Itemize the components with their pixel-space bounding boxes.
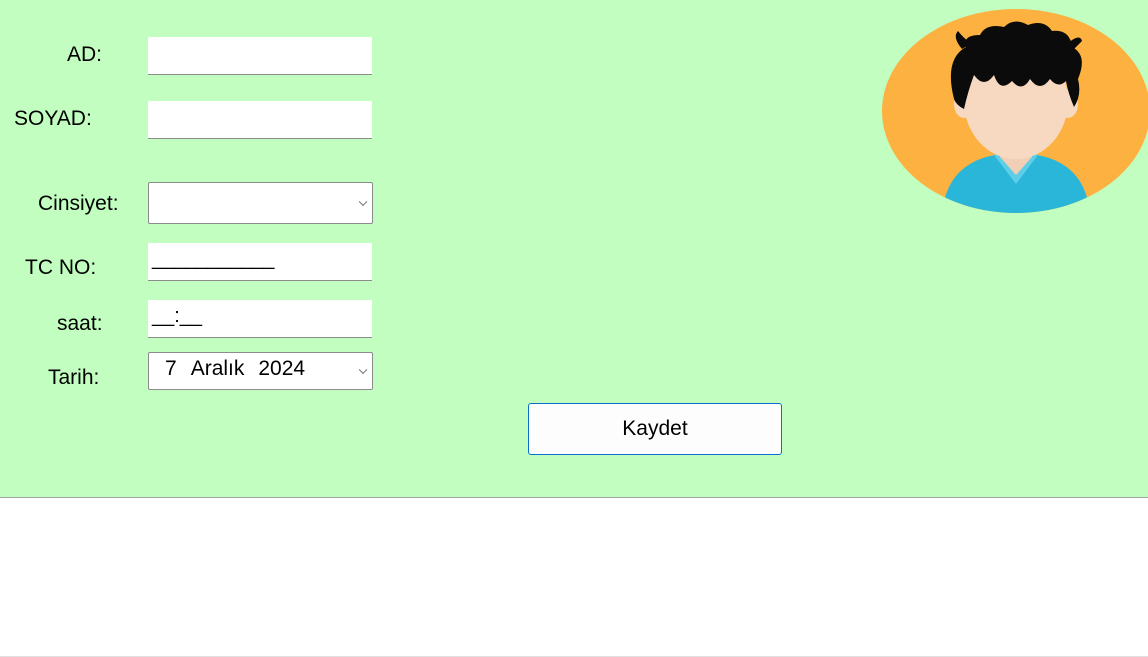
tarih-day[interactable]: 7 (165, 356, 177, 382)
form-panel: AD: SOYAD: Cinsiyet: TC NO: ___________ … (0, 0, 1148, 498)
tarih-value: 7 Aralık 2024 (165, 356, 305, 382)
tcno-label: TC NO: (25, 256, 97, 279)
ad-input[interactable] (148, 37, 372, 75)
tarih-label: Tarih: (48, 366, 100, 389)
bottom-area (0, 498, 1148, 657)
chevron-down-icon (358, 197, 368, 207)
tcno-mask: ___________ (152, 248, 275, 270)
avatar (882, 9, 1148, 214)
tarih-year[interactable]: 2024 (258, 356, 305, 382)
tarih-picker[interactable]: 7 Aralık 2024 (148, 352, 373, 390)
save-button[interactable]: Kaydet (528, 403, 782, 455)
saat-label: saat: (57, 312, 103, 335)
user-avatar-icon (882, 9, 1148, 213)
saat-mask: __:__ (152, 305, 203, 327)
cinsiyet-label: Cinsiyet: (38, 192, 119, 215)
cinsiyet-select[interactable] (148, 182, 373, 224)
soyad-input[interactable] (148, 101, 372, 139)
soyad-label: SOYAD: (14, 107, 92, 130)
ad-label: AD: (67, 43, 103, 66)
tcno-input[interactable]: ___________ (148, 243, 372, 281)
tarih-month[interactable]: Aralık (191, 356, 245, 382)
saat-input[interactable]: __:__ (148, 300, 372, 338)
chevron-down-icon[interactable] (358, 365, 368, 375)
